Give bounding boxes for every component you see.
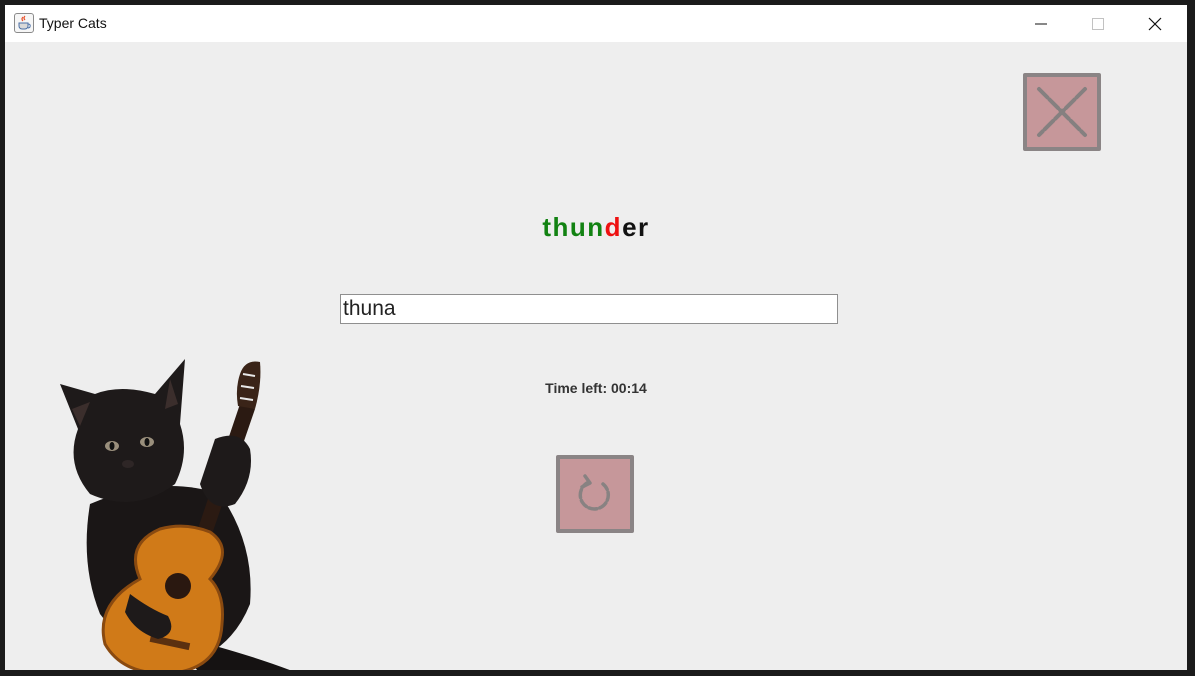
typed-wrong-letter: d: [604, 212, 623, 242]
maximize-button[interactable]: [1069, 5, 1126, 42]
typing-input[interactable]: [340, 294, 838, 324]
exit-game-button[interactable]: [1023, 73, 1101, 151]
x-icon: [1037, 87, 1087, 137]
close-window-button[interactable]: [1126, 5, 1183, 42]
window-title: Typer Cats: [39, 15, 107, 31]
restart-icon: [578, 474, 611, 511]
close-icon: [1148, 17, 1161, 30]
java-cup-icon: [14, 13, 34, 33]
game-panel: thunder Time left: 00:14: [5, 42, 1187, 670]
minimize-icon: [1034, 23, 1047, 24]
target-word: thunder: [5, 212, 1187, 243]
title-bar[interactable]: Typer Cats: [5, 5, 1187, 42]
app-window: Typer Cats thunder thuna Time left: 00:1…: [5, 5, 1187, 670]
remaining-letters: er: [622, 212, 650, 242]
typed-correct-letters: thun: [542, 212, 605, 242]
cat-with-guitar-image: [60, 359, 290, 670]
restart-button[interactable]: [556, 455, 634, 533]
minimize-button[interactable]: [1012, 5, 1069, 42]
maximize-icon: [1091, 17, 1104, 30]
